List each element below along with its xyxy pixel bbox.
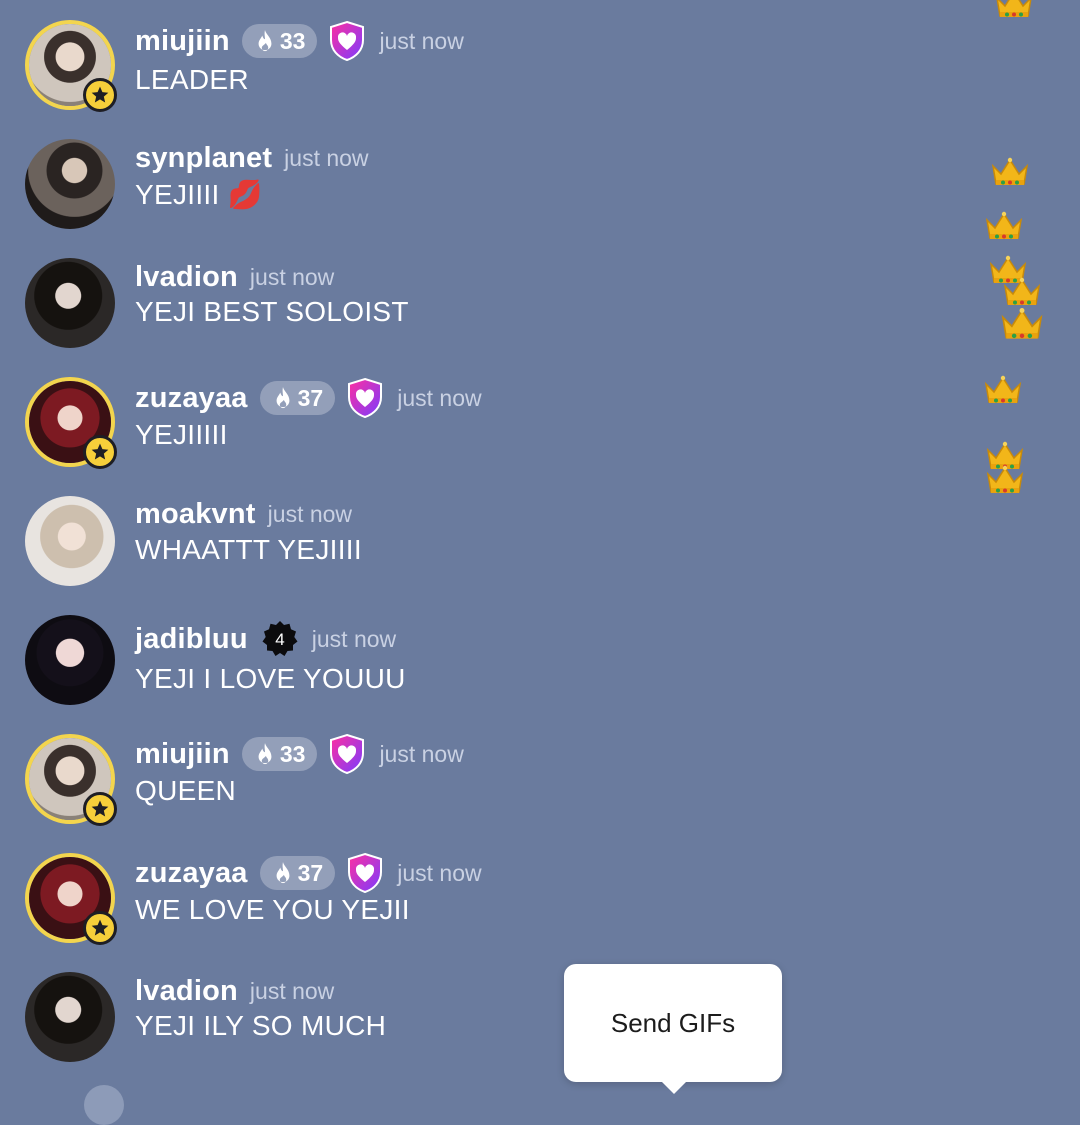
- tooltip-label: Send GIFs: [610, 1007, 736, 1038]
- chat-message: zuzayaa 37 just now YEJIIIII: [0, 375, 960, 475]
- crown-icon: [984, 375, 1022, 403]
- username[interactable]: miujiin: [135, 25, 230, 58]
- message-text: YEJI ILY SO MUCH: [135, 1010, 387, 1041]
- chat-message: jadibluu 4 just now YEJI I LOVE YOUUU: [0, 613, 960, 713]
- timestamp: just now: [397, 384, 482, 411]
- heart-shield-icon: [327, 733, 367, 775]
- chat-message: moakvnt just now WHAATTT YEJIIII: [0, 494, 960, 594]
- timestamp: just now: [249, 977, 335, 1004]
- tooltip-tail: [660, 1080, 688, 1094]
- svg-text:4: 4: [275, 630, 284, 649]
- star-badge-icon: [83, 792, 117, 826]
- heart-shield-icon: [327, 20, 367, 62]
- username[interactable]: moakvnt: [135, 498, 256, 531]
- message-text: YEJI I LOVE YOUUU: [135, 663, 406, 694]
- username[interactable]: synplanet: [135, 142, 272, 175]
- streak-badge: 37: [259, 381, 336, 415]
- verified-badge-icon: 4: [260, 619, 300, 659]
- username[interactable]: lvadion: [135, 261, 238, 294]
- chat-message: zuzayaa 37 just now WE LOVE YOU YEJII: [0, 851, 960, 951]
- avatar[interactable]: [25, 972, 115, 1062]
- timestamp: just now: [379, 27, 464, 54]
- avatar[interactable]: [25, 615, 115, 705]
- timestamp: just now: [311, 625, 397, 652]
- heart-shield-icon: [345, 377, 385, 419]
- username[interactable]: lvadion: [135, 975, 238, 1008]
- crown-icon: [996, 0, 1032, 17]
- avatar[interactable]: [25, 258, 115, 348]
- star-badge-icon: [83, 435, 117, 469]
- chat-message: miujiin 33 just now QUEEN: [0, 732, 960, 832]
- timestamp: just now: [249, 263, 335, 290]
- chat-message: miujiin 33 just now LEADER: [0, 18, 960, 118]
- flame-icon: [276, 862, 290, 884]
- avatar[interactable]: [25, 20, 117, 112]
- flame-icon: [276, 387, 290, 409]
- crown-icon: [985, 211, 1023, 239]
- crown-icon: [1001, 308, 1043, 339]
- heart-shield-icon: [345, 852, 385, 894]
- star-badge-icon: [83, 911, 117, 945]
- chat-message: lvadion just now YEJI BEST SOLOIST: [0, 256, 960, 356]
- live-chat-feed: miujiin 33 just now LEADER synplanet jus…: [0, 0, 1080, 1125]
- message-text: QUEEN: [135, 775, 237, 806]
- avatar[interactable]: [25, 377, 117, 469]
- message-text: WE LOVE YOU YEJII: [135, 894, 410, 925]
- message-text: YEJI BEST SOLOIST: [135, 296, 409, 327]
- message-text: LEADER: [135, 64, 249, 95]
- streak-count: 37: [297, 859, 324, 886]
- avatar[interactable]: [25, 853, 117, 945]
- timestamp: just now: [284, 144, 369, 171]
- username[interactable]: zuzayaa: [135, 382, 248, 415]
- chat-message: synplanet just now YEJIIII 💋: [0, 136, 960, 236]
- streak-count: 33: [279, 740, 306, 767]
- chat-message: lvadion just now YEJI ILY SO MUCH: [0, 970, 960, 1070]
- flame-icon: [258, 743, 272, 765]
- username[interactable]: jadibluu: [135, 623, 248, 656]
- crown-icon: [991, 157, 1029, 185]
- timestamp: just now: [397, 859, 482, 886]
- streak-count: 37: [297, 384, 324, 411]
- avatar[interactable]: [84, 1085, 124, 1125]
- message-text: YEJIIIII: [135, 419, 228, 450]
- streak-count: 33: [279, 27, 306, 54]
- crown-icon: [1003, 277, 1041, 305]
- avatar[interactable]: [25, 139, 115, 229]
- username[interactable]: zuzayaa: [135, 857, 248, 890]
- avatar[interactable]: [25, 496, 115, 586]
- username[interactable]: miujiin: [135, 738, 230, 771]
- message-text: WHAATTT YEJIIII: [135, 534, 362, 565]
- streak-badge: 33: [241, 24, 318, 58]
- flame-icon: [258, 30, 272, 52]
- timestamp: just now: [267, 500, 353, 527]
- avatar[interactable]: [25, 734, 117, 826]
- send-gifs-tooltip[interactable]: Send GIFs: [564, 964, 782, 1094]
- crown-icon: [986, 465, 1024, 493]
- streak-badge: 37: [259, 856, 336, 890]
- star-badge-icon: [83, 78, 117, 112]
- streak-badge: 33: [241, 737, 318, 771]
- timestamp: just now: [379, 740, 464, 767]
- message-text: YEJIIII 💋: [135, 179, 263, 210]
